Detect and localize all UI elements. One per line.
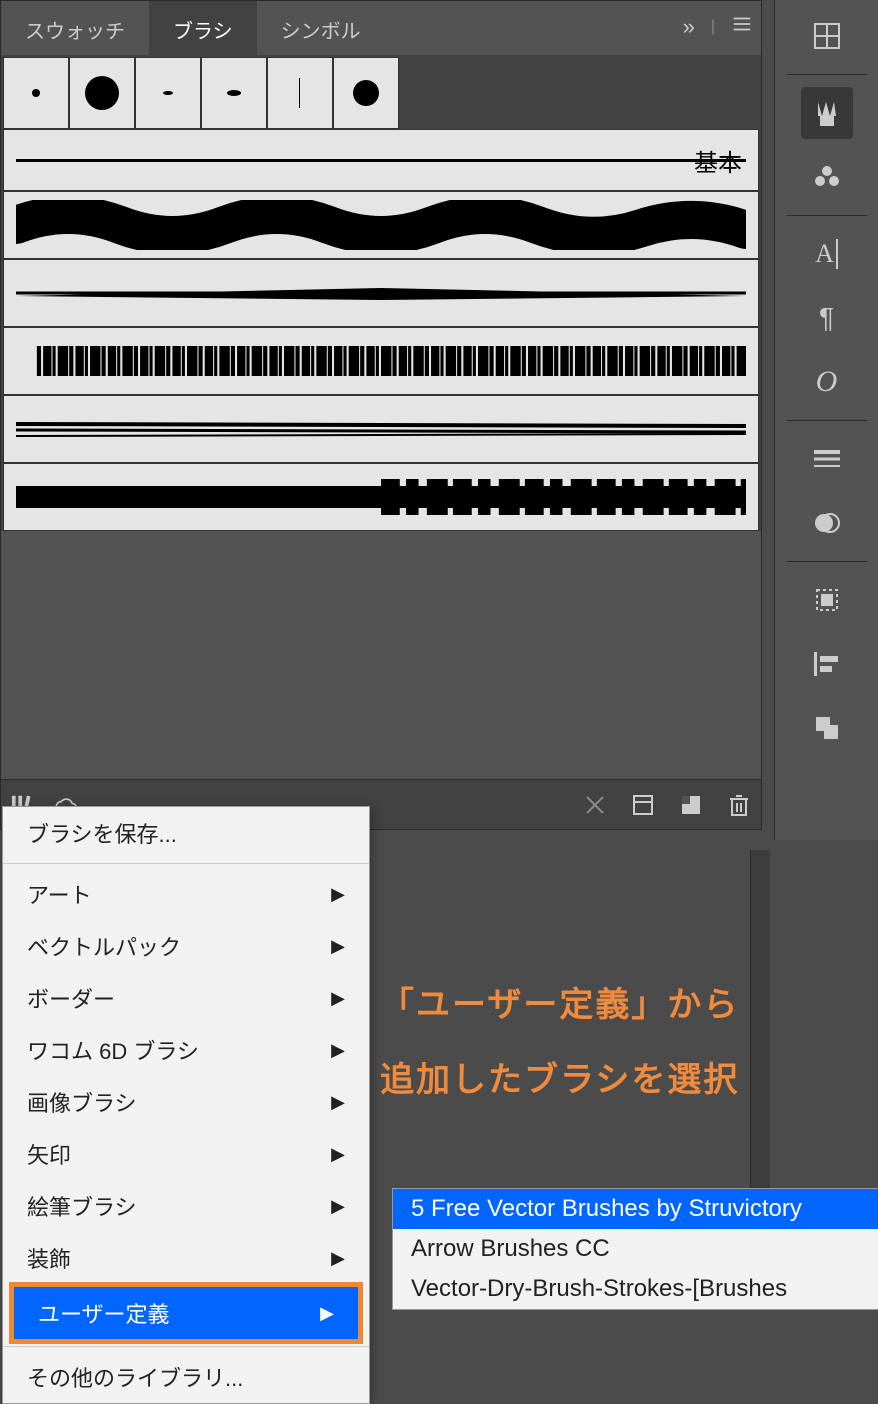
- brush-stroke[interactable]: [3, 259, 759, 327]
- annotation-highlight-box: ユーザー定義▶: [9, 1282, 363, 1344]
- right-dock: A ¶ O: [774, 0, 878, 840]
- submenu-item[interactable]: Vector-Dry-Brush-Strokes-[Brushes: [393, 1269, 878, 1309]
- stroke-preview: [16, 159, 746, 162]
- brush-thumb[interactable]: [333, 57, 399, 129]
- brush-stroke-list: 基本: [1, 129, 761, 531]
- brushes-panel: スウォッチ ブラシ シンボル » | 基本: [0, 0, 762, 830]
- submenu-arrow-icon: ▶: [331, 1092, 345, 1113]
- submenu-arrow-icon: ▶: [331, 1248, 345, 1269]
- brush-thumb[interactable]: [267, 57, 333, 129]
- library-context-menu: ブラシを保存... アート▶ ベクトルパック▶ ボーダー▶ ワコム 6D ブラシ…: [2, 806, 370, 1404]
- menu-art[interactable]: アート▶: [3, 868, 369, 920]
- menu-save-brushes[interactable]: ブラシを保存...: [3, 807, 369, 859]
- dock-pathfinder-icon[interactable]: [801, 702, 853, 754]
- menu-separator: [3, 863, 369, 864]
- menu-image-brush[interactable]: 画像ブラシ▶: [3, 1076, 369, 1128]
- submenu-arrow-icon: ▶: [331, 936, 345, 957]
- remove-stroke-icon[interactable]: [583, 793, 607, 817]
- new-brush-icon[interactable]: [679, 793, 703, 817]
- trash-icon[interactable]: [727, 793, 751, 817]
- user-defined-submenu: 5 Free Vector Brushes by Struvictory Arr…: [392, 1188, 878, 1310]
- submenu-item[interactable]: Arrow Brushes CC: [393, 1229, 878, 1269]
- brush-stroke[interactable]: [3, 327, 759, 395]
- stroke-preview: [16, 268, 746, 318]
- submenu-arrow-icon: ▶: [320, 1303, 334, 1324]
- brush-thumb[interactable]: [201, 57, 267, 129]
- brush-thumb[interactable]: [3, 57, 69, 129]
- menu-border[interactable]: ボーダー▶: [3, 972, 369, 1024]
- dock-opentype-icon[interactable]: O: [801, 356, 853, 408]
- dock-character-icon[interactable]: A: [801, 228, 853, 280]
- dock-symbols-icon[interactable]: [801, 151, 853, 203]
- tab-swatches[interactable]: スウォッチ: [1, 1, 149, 55]
- brush-thumbnails: [1, 55, 761, 129]
- menu-other-library[interactable]: その他のライブラリ...: [3, 1351, 369, 1403]
- submenu-arrow-icon: ▶: [331, 1144, 345, 1165]
- brush-stroke-basic[interactable]: 基本: [3, 129, 759, 191]
- annotation-text: 「ユーザー定義」から 追加したブラシを選択: [380, 968, 739, 1118]
- brush-thumb[interactable]: [135, 57, 201, 129]
- submenu-arrow-icon: ▶: [331, 884, 345, 905]
- dock-transparency-icon[interactable]: [801, 497, 853, 549]
- menu-arrow[interactable]: 矢印▶: [3, 1128, 369, 1180]
- tab-divider: |: [711, 18, 715, 36]
- stroke-preview: [16, 404, 746, 454]
- dock-brushes-icon[interactable]: [801, 87, 853, 139]
- brush-stroke[interactable]: [3, 395, 759, 463]
- menu-decoration[interactable]: 装飾▶: [3, 1232, 369, 1284]
- panel-menu-icon[interactable]: [731, 13, 753, 40]
- dock-paragraph-icon[interactable]: ¶: [801, 292, 853, 344]
- dock-stroke-icon[interactable]: [801, 433, 853, 485]
- tab-brushes[interactable]: ブラシ: [149, 1, 257, 55]
- stroke-preview: [16, 472, 746, 522]
- dock-transform-icon[interactable]: [801, 574, 853, 626]
- submenu-item[interactable]: 5 Free Vector Brushes by Struvictory: [393, 1189, 878, 1229]
- more-tabs-icon[interactable]: »: [683, 14, 695, 40]
- submenu-arrow-icon: ▶: [331, 1196, 345, 1217]
- options-icon[interactable]: [631, 793, 655, 817]
- menu-separator: [3, 1346, 369, 1347]
- brush-stroke[interactable]: [3, 191, 759, 259]
- menu-vector-pack[interactable]: ベクトルパック▶: [3, 920, 369, 972]
- submenu-arrow-icon: ▶: [331, 1040, 345, 1061]
- menu-paint-brush[interactable]: 絵筆ブラシ▶: [3, 1180, 369, 1232]
- menu-wacom[interactable]: ワコム 6D ブラシ▶: [3, 1024, 369, 1076]
- brush-thumb[interactable]: [69, 57, 135, 129]
- dock-align-icon[interactable]: [801, 638, 853, 690]
- panel-tabs: スウォッチ ブラシ シンボル » |: [1, 1, 761, 55]
- brush-label: 基本: [694, 143, 742, 178]
- submenu-arrow-icon: ▶: [331, 988, 345, 1009]
- dock-properties-icon[interactable]: [801, 10, 853, 62]
- stroke-preview: [16, 336, 746, 386]
- menu-user-defined[interactable]: ユーザー定義▶: [14, 1287, 358, 1339]
- tab-symbols[interactable]: シンボル: [257, 1, 385, 55]
- brush-stroke[interactable]: [3, 463, 759, 531]
- stroke-preview: [16, 200, 746, 250]
